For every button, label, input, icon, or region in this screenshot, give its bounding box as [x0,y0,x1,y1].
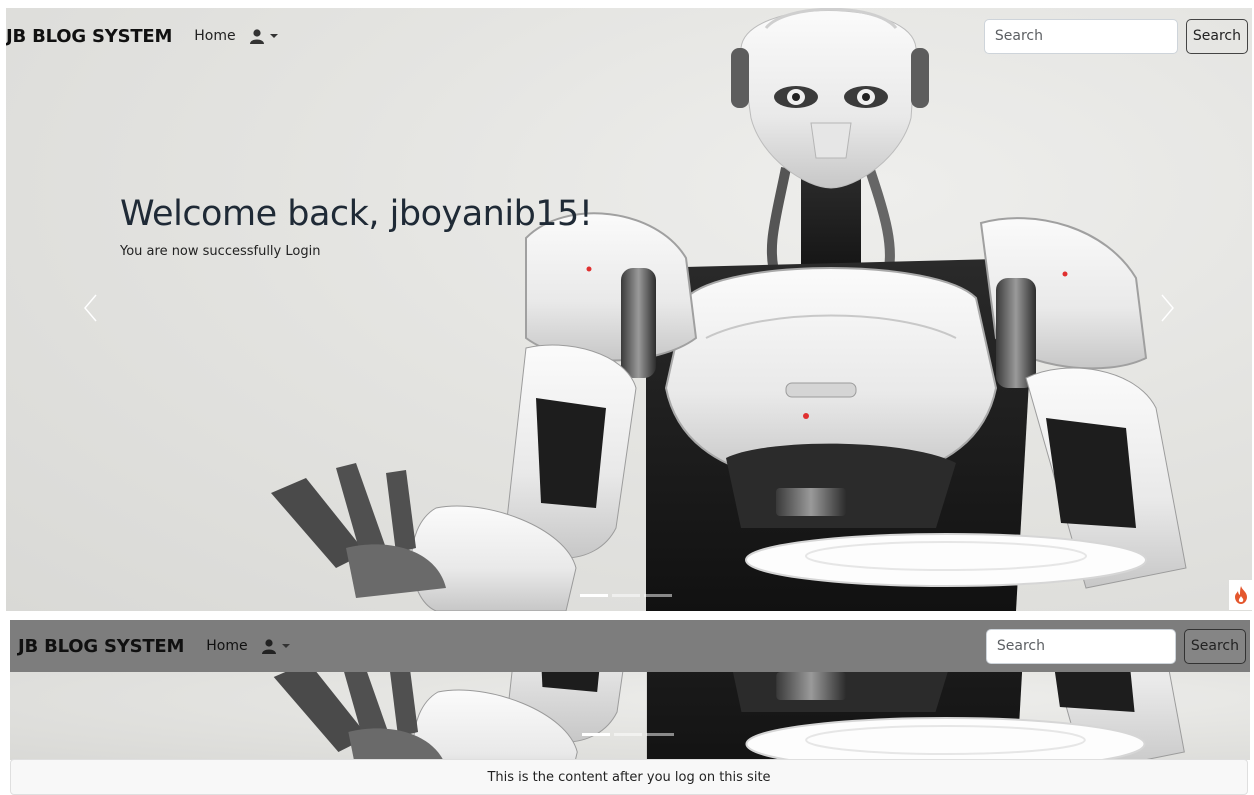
carousel-indicator-2[interactable] [612,594,640,597]
sticky-navbar: JB BLOG SYSTEM Home Search [10,620,1250,672]
login-success-text: You are now successfully Login [120,244,321,259]
nav-home-link[interactable]: Home [194,28,235,44]
carousel-indicator-1[interactable] [582,733,610,736]
hero-carousel-scrolled [10,672,1250,760]
search-button[interactable]: Search [1185,18,1248,54]
fire-icon [1235,586,1247,604]
caret-down-icon [281,644,290,648]
carousel-indicators-scrolled [582,733,674,736]
search-button[interactable]: Search [1183,628,1246,664]
chevron-left-icon [84,294,97,322]
search-input[interactable] [983,18,1178,54]
top-navbar: JB BLOG SYSTEM Home Search [6,10,1252,62]
hero-frame-top: JB BLOG SYSTEM Home Search Welcome back,… [6,8,1252,611]
nav-home-link[interactable]: Home [206,638,247,654]
robot-image [6,8,1252,611]
caret-down-icon [269,34,278,38]
scrolled-frame: JB BLOG SYSTEM Home Search This is the c… [10,620,1250,795]
brand-logo[interactable]: JB BLOG SYSTEM [18,636,184,657]
fire-badge[interactable] [1229,580,1253,610]
search-form: Search [985,628,1246,664]
user-icon [249,28,264,44]
carousel-prev-button[interactable] [70,288,110,328]
user-icon [261,638,276,654]
welcome-heading: Welcome back, jboyanib15! [120,194,593,234]
user-menu-dropdown[interactable] [249,28,278,44]
carousel-indicator-3[interactable] [646,733,674,736]
brand-logo[interactable]: JB BLOG SYSTEM [6,26,172,47]
carousel-indicator-2[interactable] [614,733,642,736]
robot-image-scrolled [10,672,1250,760]
carousel-next-button[interactable] [1148,288,1188,328]
carousel-indicator-3[interactable] [644,594,672,597]
hero-caption: Welcome back, jboyanib15! You are now su… [120,194,593,259]
carousel-indicators [580,594,672,597]
search-input[interactable] [985,628,1176,664]
chevron-right-icon [1161,294,1174,322]
carousel-indicator-1[interactable] [580,594,608,597]
search-form: Search [983,18,1248,54]
user-menu-dropdown[interactable] [261,638,290,654]
content-message: This is the content after you log on thi… [487,769,771,785]
content-card: This is the content after you log on thi… [10,759,1248,795]
hero-carousel: JB BLOG SYSTEM Home Search Welcome back,… [6,8,1252,611]
